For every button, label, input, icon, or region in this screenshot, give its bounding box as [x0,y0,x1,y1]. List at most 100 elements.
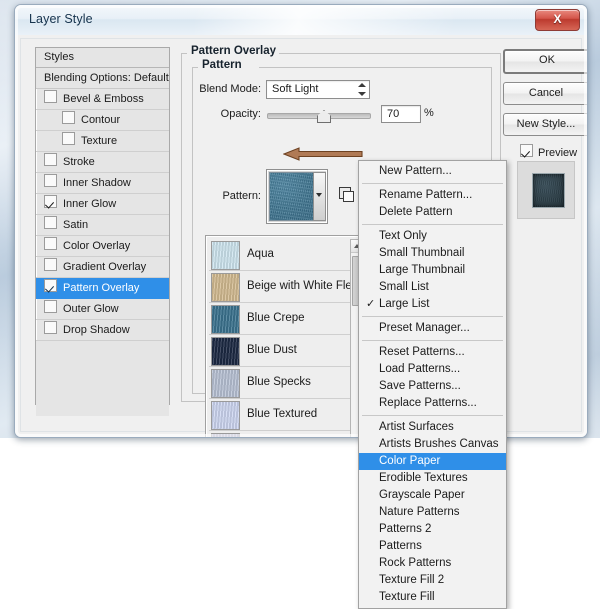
style-checkbox[interactable] [62,111,75,124]
pattern-list-item[interactable]: Blue Crepe [209,303,350,335]
menu-item-label: Artist Surfaces [379,421,454,433]
style-row-inner-shadow[interactable]: Inner Shadow [36,173,169,194]
preview-checkbox[interactable] [520,144,533,157]
style-row-label: Contour [81,114,120,126]
style-row-texture[interactable]: Texture [36,131,169,152]
pattern-listbox[interactable]: AquaBeige with White FleckBlue CrepeBlue… [205,235,369,438]
style-row-bevel-emboss[interactable]: Bevel & Emboss [36,89,169,110]
style-row-satin[interactable]: Satin [36,215,169,236]
style-row-label: Gradient Overlay [63,261,146,273]
style-checkbox[interactable] [44,258,57,271]
pattern-item-label: Beige with White Fleck [247,271,350,302]
chevron-updown-icon [357,83,366,96]
styles-list-filler [36,341,169,416]
pattern-list: AquaBeige with White FleckBlue CrepeBlue… [209,239,350,438]
menu-item-large-thumbnail[interactable]: Large Thumbnail [359,262,506,279]
style-row-label: Outer Glow [63,303,119,315]
pattern-list-item[interactable]: Beige with White Fleck [209,271,350,303]
blend-mode-select[interactable]: Soft Light [266,80,370,99]
style-checkbox[interactable] [44,174,57,187]
layer-preview-box [517,161,575,219]
style-checkbox[interactable] [44,237,57,250]
menu-item-small-thumbnail[interactable]: Small Thumbnail [359,245,506,262]
menu-separator [362,224,503,225]
menu-item-texture-fill-2[interactable]: Texture Fill 2 [359,572,506,589]
style-row-pattern-overlay[interactable]: Pattern Overlay [36,278,169,299]
pattern-list-item[interactable]: Blue Specks [209,367,350,399]
menu-item-new-pattern[interactable]: New Pattern... [359,163,506,180]
style-row-label: Texture [81,135,117,147]
menu-item-label: New Pattern... [379,165,452,177]
style-checkbox[interactable] [62,132,75,145]
cancel-button[interactable]: Cancel [503,82,588,105]
menu-item-large-list[interactable]: ✓Large List [359,296,506,313]
menu-item-nature-patterns[interactable]: Nature Patterns [359,504,506,521]
pattern-options-context-menu[interactable]: New Pattern... Rename Pattern... Delete Pa… [358,160,507,609]
menu-item-texture-fill[interactable]: Texture Fill [359,589,506,606]
style-row-stroke[interactable]: Stroke [36,152,169,173]
style-checkbox[interactable] [44,321,57,334]
pattern-swatch [211,433,240,438]
style-row-color-overlay[interactable]: Color Overlay [36,236,169,257]
pattern-list-item[interactable]: Blue Vellum [209,431,350,438]
style-checkbox[interactable] [44,300,57,313]
pattern-swatch [211,305,240,334]
pattern-swatch [211,401,240,430]
pattern-item-label: Blue Crepe [247,303,305,334]
pattern-item-label: Blue Textured [247,399,317,430]
style-row-drop-shadow[interactable]: Drop Shadow [36,320,169,341]
menu-item-save-patterns[interactable]: Save Patterns... [359,378,506,395]
menu-item-preset-manager[interactable]: Preset Manager... [359,320,506,337]
menu-item-label: Load Patterns... [379,363,460,375]
style-row-gradient-overlay[interactable]: Gradient Overlay [36,257,169,278]
menu-item-reset-patterns[interactable]: Reset Patterns... [359,344,506,361]
menu-item-grayscale-paper[interactable]: Grayscale Paper [359,487,506,504]
preview-toggle[interactable]: Preview [503,144,588,160]
pattern-list-item[interactable]: Aqua [209,239,350,271]
menu-item-delete-pattern[interactable]: Delete Pattern [359,204,506,221]
menu-item-label: Artists Brushes Canvas [379,438,499,450]
menu-item-label: Delete Pattern [379,206,453,218]
chevron-down-icon[interactable] [313,172,326,221]
style-row-contour[interactable]: Contour [36,110,169,131]
new-style-button[interactable]: New Style... [503,113,588,136]
title-bar: Layer Style X [15,5,587,36]
opacity-slider-thumb[interactable] [317,110,331,123]
menu-item-color-paper[interactable]: Color Paper [359,453,506,470]
style-checkbox[interactable] [44,216,57,229]
close-icon[interactable]: X [535,9,580,31]
menu-item-patterns-2[interactable]: Patterns 2 [359,521,506,538]
menu-item-rock-patterns[interactable]: Rock Patterns [359,555,506,572]
pattern-picker[interactable] [266,169,328,224]
menu-item-patterns[interactable]: Patterns [359,538,506,555]
style-checkbox[interactable] [44,90,57,103]
style-checkbox[interactable] [44,153,57,166]
pattern-item-label: Blue Vellum [247,431,308,438]
style-checkbox[interactable] [44,279,57,292]
pattern-list-item[interactable]: Blue Textured [209,399,350,431]
styles-panel: Styles Blending Options: Default Bevel &… [35,47,170,405]
pattern-list-item[interactable]: Blue Dust [209,335,350,367]
menu-item-text-only[interactable]: Text Only [359,228,506,245]
menu-item-artists-brushes-canvas[interactable]: Artists Brushes Canvas [359,436,506,453]
menu-separator [362,316,503,317]
menu-item-small-list[interactable]: Small List [359,279,506,296]
menu-item-label: Rock Patterns [379,557,451,569]
title-bar-sheen [195,5,455,35]
blending-options-row[interactable]: Blending Options: Default [36,68,169,89]
menu-item-load-patterns[interactable]: Load Patterns... [359,361,506,378]
menu-item-erodible-textures[interactable]: Erodible Textures [359,470,506,487]
style-checkbox[interactable] [44,195,57,208]
menu-item-artist-surfaces[interactable]: Artist Surfaces [359,419,506,436]
menu-item-label: Nature Patterns [379,506,460,518]
menu-item-replace-patterns[interactable]: Replace Patterns... [359,395,506,412]
style-row-inner-glow[interactable]: Inner Glow [36,194,169,215]
menu-item-rename-pattern[interactable]: Rename Pattern... [359,187,506,204]
new-preset-icon[interactable] [339,187,353,201]
menu-item-label: Large Thumbnail [379,264,465,276]
opacity-input[interactable]: 70 [381,105,421,123]
blend-mode-label: Blend Mode: [193,83,261,95]
pattern-swatch [211,369,240,398]
ok-button[interactable]: OK [503,49,588,74]
style-row-outer-glow[interactable]: Outer Glow [36,299,169,320]
